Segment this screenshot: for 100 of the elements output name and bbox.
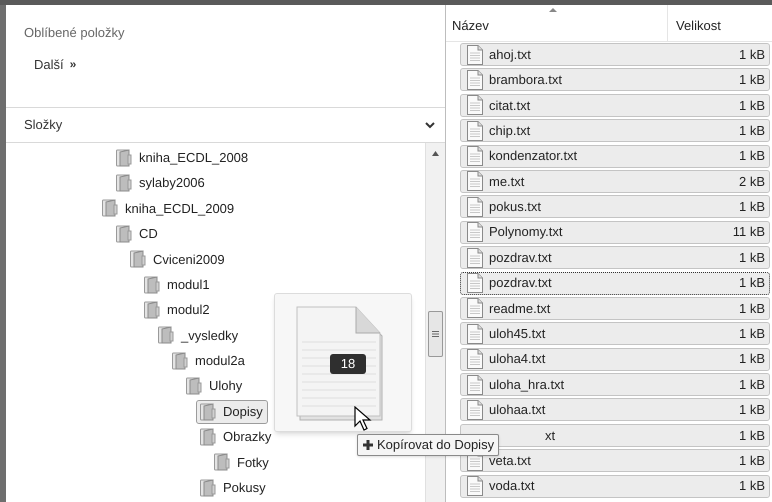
document-icon [467, 248, 483, 268]
folder-tree-item[interactable]: sylaby2006 [112, 171, 210, 196]
document-icon [467, 349, 483, 370]
file-size: 1 kB [738, 325, 765, 344]
folder-icon [158, 326, 174, 344]
folder-tree-item[interactable]: Fotky [210, 450, 274, 474]
more-link[interactable]: Další » [34, 54, 76, 74]
folder-icon [200, 428, 216, 446]
file-row[interactable]: readme.txt 1 kB [460, 296, 770, 320]
folder-tree-item[interactable]: modul1 [140, 272, 215, 297]
folder-icon [116, 148, 132, 167]
file-row[interactable]: citat.txt 1 kB [460, 94, 770, 117]
file-size: 1 kB [738, 426, 765, 445]
file-name: kondenzator.txt [489, 147, 578, 166]
folder-tree-item[interactable]: Pokusy [196, 476, 271, 500]
file-size: 1 kB [738, 274, 765, 292]
scroll-up-icon[interactable] [432, 151, 439, 156]
file-size: 1 kB [738, 147, 765, 166]
folder-tree-item[interactable]: Dopisy [196, 400, 268, 424]
favorites-heading: Oblíbené položky [24, 24, 126, 42]
document-icon [467, 374, 483, 395]
file-name: Polynomy.txt [489, 223, 562, 242]
file-name: ulohaa.txt [489, 401, 546, 420]
file-row[interactable]: uloh45.txt 1 kB [460, 322, 770, 346]
folder-icon [130, 250, 146, 268]
document-icon [467, 476, 483, 496]
folder-tree-item[interactable]: modul2a [168, 348, 250, 373]
document-icon [467, 95, 483, 116]
file-row[interactable]: brambora.txt 1 kB [460, 68, 770, 92]
file-name: ahoj.txt [489, 46, 531, 64]
file-size: 1 kB [738, 122, 765, 140]
document-icon [467, 70, 483, 90]
file-size: 1 kB [738, 300, 765, 318]
scrollbar-thumb[interactable] [428, 311, 443, 357]
file-row[interactable]: kondenzator.txt 1 kB [460, 144, 770, 168]
folder-icon [214, 453, 230, 472]
folder-icon [102, 199, 118, 218]
document-stack-icon [296, 306, 384, 422]
folder-icon [144, 276, 160, 294]
file-row[interactable]: chip.txt 1 kB [460, 119, 770, 142]
file-name: xt [545, 426, 556, 445]
file-size: 1 kB [738, 477, 765, 496]
file-size: 1 kB [738, 376, 765, 394]
folder-tree-item[interactable]: modul2 [140, 298, 215, 322]
file-row[interactable]: ulohaa.txt 1 kB [460, 398, 770, 422]
document-icon [467, 146, 483, 166]
file-row[interactable]: uloha4.txt 1 kB [460, 348, 770, 371]
folder-icon [144, 301, 160, 320]
file-name: uloha4.txt [489, 350, 546, 368]
document-icon [467, 298, 483, 318]
plus-icon [362, 439, 374, 451]
document-icon [467, 324, 483, 344]
folder-tree-item[interactable]: CD [112, 222, 163, 246]
file-row[interactable]: ahoj.txt 1 kB [460, 43, 770, 66]
file-size: 1 kB [738, 401, 765, 420]
document-icon [467, 120, 483, 141]
folder-tree-item[interactable]: Ulohy [182, 374, 248, 398]
file-row[interactable]: pokus.txt 1 kB [460, 195, 770, 218]
folder-icon [186, 377, 202, 396]
file-row[interactable]: pozdrav.txt 1 kB [460, 246, 770, 270]
file-name: uloh45.txt [489, 325, 546, 344]
file-name: voda.txt [489, 477, 535, 496]
file-name: citat.txt [489, 96, 530, 115]
file-row[interactable]: me.txt 2 kB [460, 170, 770, 193]
file-name: brambora.txt [489, 71, 562, 90]
grip-icon [432, 331, 439, 337]
drop-tooltip: Kopírovat do Dopisy [357, 434, 500, 456]
file-name: pozdrav.txt [489, 274, 552, 292]
file-size: 1 kB [738, 452, 765, 470]
column-header[interactable]: Název [446, 5, 668, 41]
document-icon [467, 44, 483, 64]
file-size: 1 kB [738, 46, 765, 64]
folder-tree-item[interactable]: Cviceni2009 [126, 247, 230, 272]
file-row[interactable]: uloha_hra.txt 1 kB [460, 373, 770, 396]
column-header[interactable]: Velikost [668, 5, 772, 41]
file-row[interactable]: voda.txt 1 kB [460, 474, 770, 498]
count-badge: 18 [330, 354, 366, 374]
document-icon [467, 273, 483, 294]
folder-tree-item[interactable]: kniha_ECDL_2008 [112, 146, 254, 170]
file-name: uloha_hra.txt [489, 376, 564, 394]
document-icon [467, 196, 483, 217]
document-icon [467, 222, 483, 242]
file-size: 1 kB [738, 96, 765, 115]
folder-tree-item[interactable]: kniha_ECDL_2009 [98, 196, 240, 220]
sort-arrow-icon [549, 8, 557, 12]
file-size: 2 kB [738, 172, 765, 191]
file-row[interactable]: Polynomy.txt 11 kB [460, 220, 770, 244]
folder-tree-item[interactable]: _vysledky [154, 323, 244, 348]
folder-tree-item[interactable]: Obrazky [196, 424, 276, 449]
folder-icon [172, 352, 188, 370]
folders-heading: Složky [24, 116, 62, 134]
file-name: chip.txt [489, 122, 530, 140]
file-name: readme.txt [489, 300, 550, 318]
document-icon [467, 400, 483, 420]
file-row[interactable]: pozdrav.txt 1 kB [460, 272, 770, 295]
chevron-down-icon[interactable] [425, 122, 435, 128]
file-size: 1 kB [738, 198, 765, 216]
file-size: 11 kB [732, 223, 765, 242]
file-size: 1 kB [738, 71, 765, 90]
document-icon [467, 171, 483, 192]
